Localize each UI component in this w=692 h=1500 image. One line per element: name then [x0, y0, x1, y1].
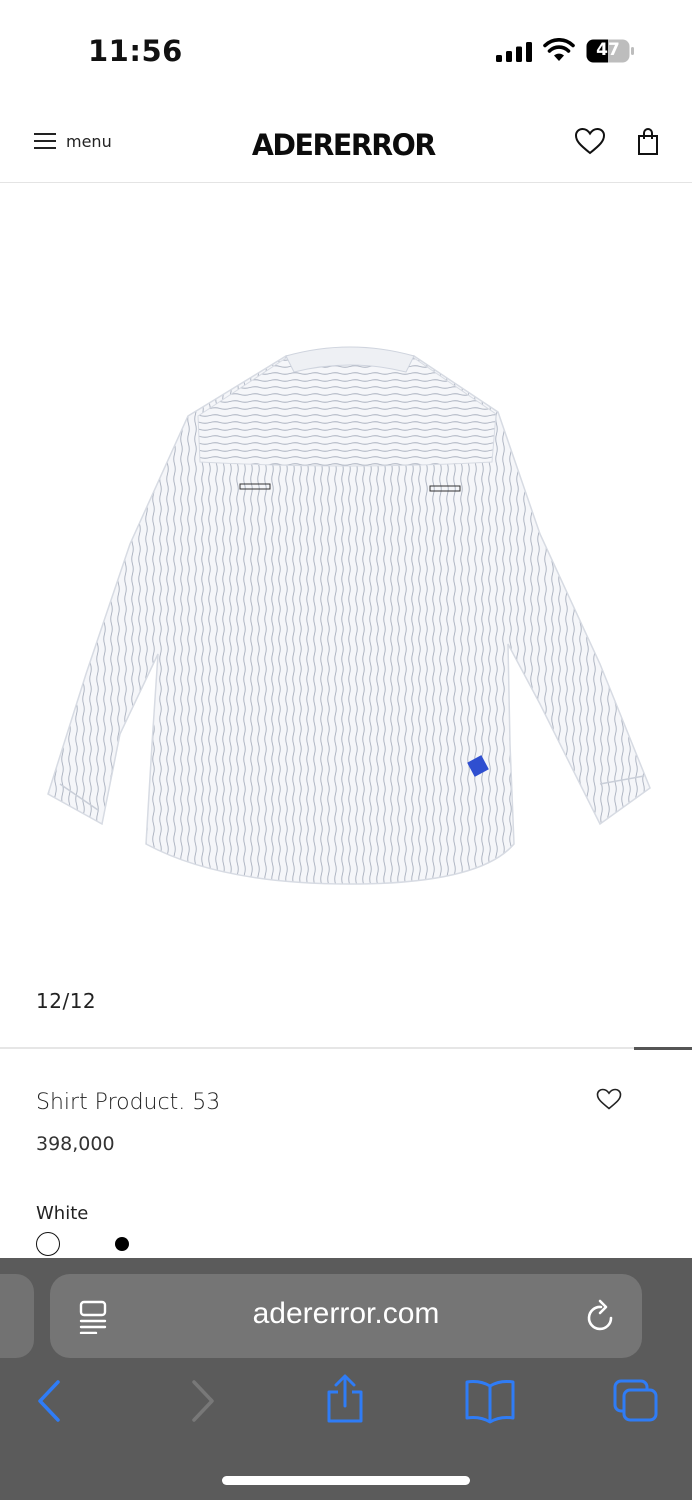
- color-swatch-black[interactable]: [115, 1237, 129, 1251]
- product-gallery[interactable]: 12/12: [0, 184, 692, 1048]
- hamburger-icon: [34, 133, 56, 149]
- product-wishlist-heart-icon[interactable]: [596, 1088, 622, 1110]
- battery-level: 47: [596, 40, 620, 60]
- bookmarks-book-icon[interactable]: [464, 1378, 516, 1424]
- product-image-shirt-back[interactable]: [40, 344, 660, 894]
- menu-label: menu: [66, 131, 112, 151]
- site-header: menu ADERERROR: [0, 100, 692, 183]
- status-time: 11:56: [88, 34, 183, 68]
- gallery-progress-indicator[interactable]: [634, 1047, 692, 1050]
- battery-icon: 47: [586, 39, 634, 63]
- home-indicator[interactable]: [222, 1476, 470, 1485]
- menu-button[interactable]: menu: [34, 128, 112, 154]
- url-text[interactable]: adererror.com: [50, 1297, 642, 1331]
- product-name: Shirt Product. 53: [36, 1090, 221, 1115]
- back-chevron-left-icon[interactable]: [36, 1378, 64, 1424]
- gallery-progress-track: [0, 1047, 692, 1049]
- cellular-signal-icon: [496, 42, 532, 62]
- reload-icon[interactable]: [584, 1298, 618, 1334]
- tabs-icon[interactable]: [612, 1378, 660, 1424]
- address-bar[interactable]: adererror.com: [50, 1274, 642, 1358]
- color-swatch-white[interactable]: [36, 1232, 60, 1256]
- status-bar: 11:56 47: [0, 0, 692, 100]
- brand-logo[interactable]: ADERERROR: [252, 128, 436, 162]
- product-price: 398,000: [36, 1133, 115, 1155]
- shopping-bag-icon[interactable]: [636, 126, 660, 156]
- gallery-counter: 12/12: [36, 989, 97, 1013]
- wifi-icon: [543, 38, 575, 61]
- previous-tab-preview[interactable]: [0, 1274, 34, 1358]
- selected-color-label: White: [36, 1203, 89, 1224]
- share-icon[interactable]: [324, 1374, 366, 1424]
- wishlist-heart-icon[interactable]: [574, 127, 606, 155]
- forward-chevron-right-icon[interactable]: [188, 1378, 216, 1424]
- browser-toolbar: adererror.com: [0, 1258, 692, 1500]
